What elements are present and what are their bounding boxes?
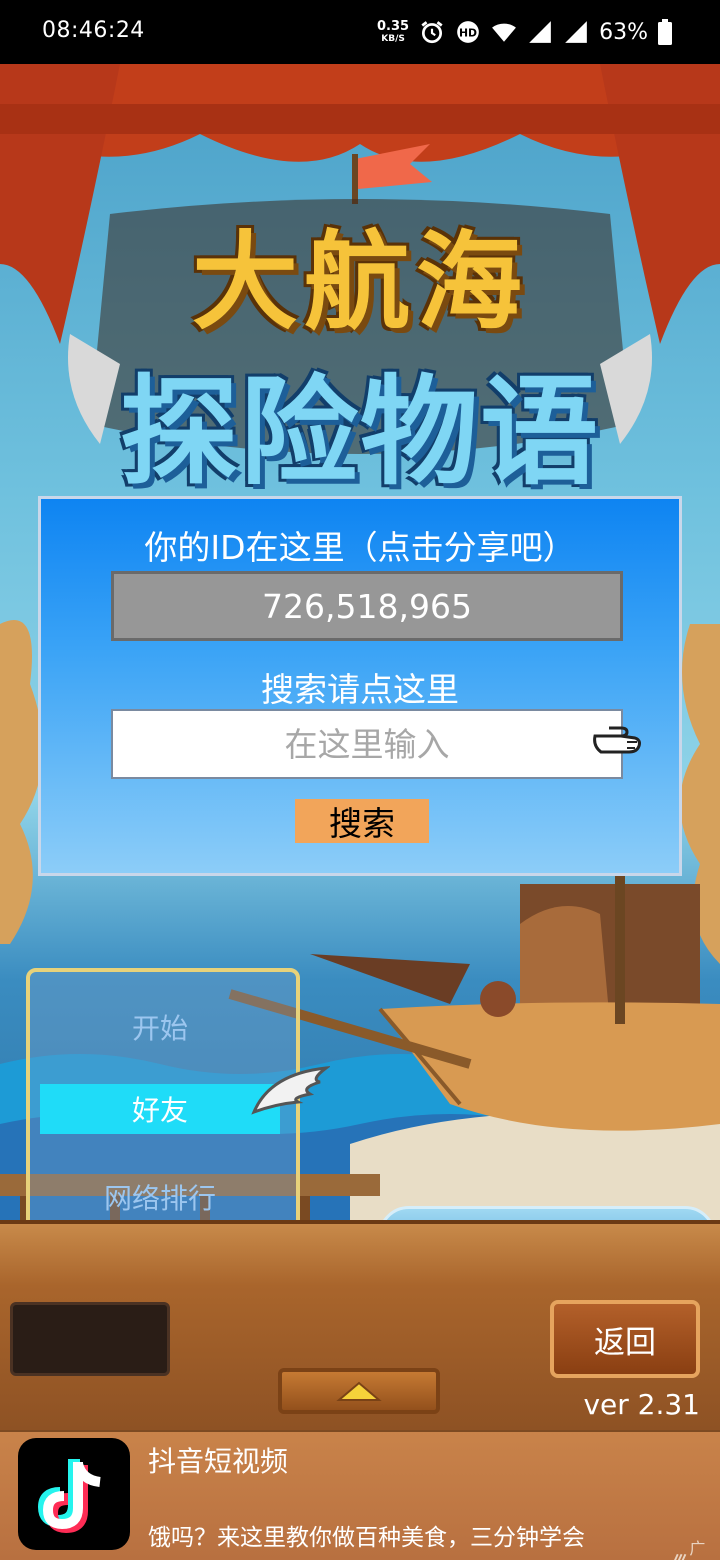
search-caption: 搜索请点这里 <box>261 670 459 709</box>
player-id-share[interactable]: 726,518,965 <box>111 571 623 641</box>
ad-network-icon <box>674 1553 687 1560</box>
svg-text:HD: HD <box>459 26 477 39</box>
tiktok-app-icon[interactable] <box>18 1438 130 1550</box>
ad-title[interactable]: 抖音短视频 <box>148 1440 288 1480</box>
search-button[interactable]: 搜索 <box>295 799 429 843</box>
signal-icon-2 <box>565 21 587 43</box>
status-bar: 08:46:24 0.35 KB/S HD 63% <box>0 0 720 64</box>
menu-item-online-ranking[interactable]: 网络排行 <box>40 1172 280 1222</box>
id-panel: 你的ID在这里（点击分享吧） 726,518,965 搜索请点这里 搜索 <box>38 496 682 876</box>
expand-up-button[interactable] <box>278 1368 440 1414</box>
signal-icon <box>529 21 551 43</box>
wifi-icon <box>492 23 517 42</box>
search-input[interactable] <box>111 709 623 779</box>
triangle-up-icon <box>336 1381 382 1401</box>
menu-item-start[interactable]: 开始 <box>40 1002 280 1052</box>
ad-text[interactable]: 饿吗？来这里教你做百种美食，三分钟学会 <box>148 1518 585 1552</box>
network-speed-unit: KB/S <box>381 34 405 44</box>
ad-label-text: 广告 <box>689 1539 706 1558</box>
menu-item-friends[interactable]: 好友 <box>40 1084 280 1134</box>
battery-percent: 63% <box>599 19 648 45</box>
id-caption: 你的ID在这里（点击分享吧） <box>144 528 576 567</box>
status-icons: 0.35 KB/S HD 63% <box>377 14 672 50</box>
wing-cursor-icon <box>251 1066 330 1115</box>
game-screen: 大航海 探险物语 你的ID在这里（点击分享吧） 726,518,965 搜索请点… <box>0 64 720 1287</box>
alarm-icon <box>421 21 443 44</box>
game-logo-line1: 大航海 <box>192 221 528 344</box>
back-button[interactable]: 返回 <box>550 1300 700 1378</box>
network-speed: 0.35 KB/S <box>377 20 409 44</box>
status-time: 08:46:24 <box>42 18 145 43</box>
battery-icon <box>658 19 672 45</box>
ad-label: 广告 <box>672 1535 720 1560</box>
hd-icon: HD <box>457 21 479 43</box>
version-label: ver 2.31 <box>583 1388 700 1421</box>
game-logo-line2: 探险物语 <box>119 363 600 501</box>
network-speed-value: 0.35 <box>377 19 410 34</box>
empty-slot <box>10 1302 170 1376</box>
pointing-hand-icon <box>593 726 641 754</box>
